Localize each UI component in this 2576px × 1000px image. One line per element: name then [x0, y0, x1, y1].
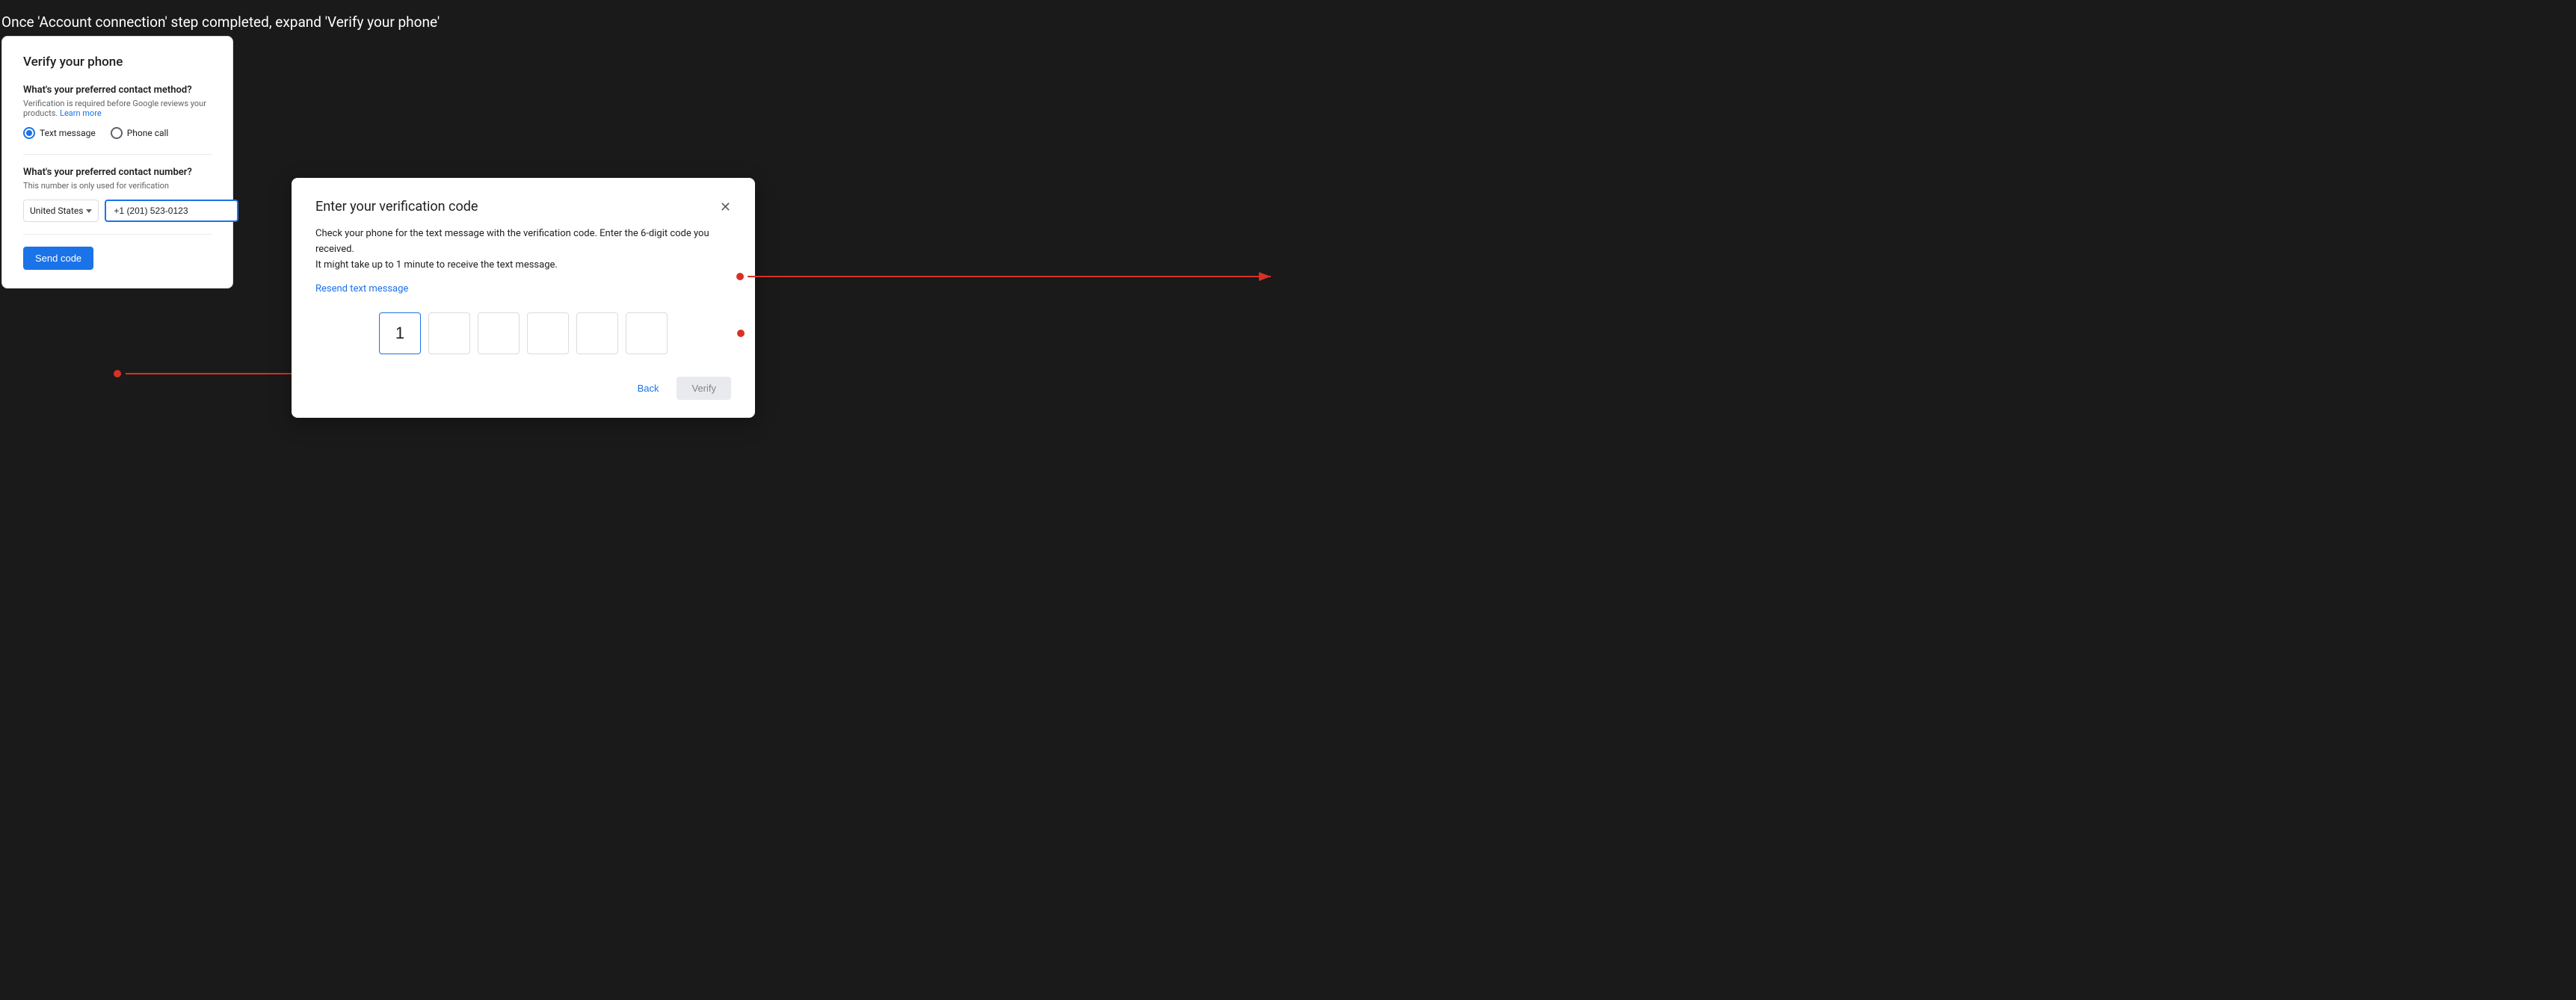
code-input-row — [315, 312, 731, 354]
code-input-2[interactable] — [428, 312, 470, 354]
instruction-text: Once 'Account connection' step completed… — [1, 13, 440, 31]
code-input-3[interactable] — [478, 312, 520, 354]
modal-footer: Back Verify — [315, 377, 731, 400]
close-button[interactable]: ✕ — [720, 200, 731, 214]
country-select[interactable]: United States — [23, 200, 99, 222]
phone-number-input[interactable] — [105, 200, 238, 222]
code-input-6[interactable] — [626, 312, 668, 354]
radio-call-icon — [111, 127, 123, 139]
back-button[interactable]: Back — [626, 377, 671, 400]
verify-button[interactable]: Verify — [677, 377, 731, 400]
divider-2 — [23, 234, 212, 235]
code-arrow-dot — [737, 330, 745, 337]
country-label: United States — [30, 206, 83, 216]
divider-1 — [23, 154, 212, 155]
send-code-button[interactable]: Send code — [23, 247, 93, 270]
code-input-5[interactable] — [576, 312, 618, 354]
radio-phone-call[interactable]: Phone call — [111, 127, 169, 139]
learn-more-link[interactable]: Learn more — [60, 108, 102, 118]
resend-link[interactable]: Resend text message — [315, 283, 731, 294]
modal-desc: Check your phone for the text message wi… — [315, 226, 731, 273]
contact-number-desc: This number is only used for verificatio… — [23, 181, 212, 191]
panel-title: Verify your phone — [23, 55, 212, 70]
modal-header: Enter your verification code ✕ — [315, 199, 731, 214]
phone-input-row: United States — [23, 200, 212, 222]
chevron-down-icon — [86, 209, 92, 213]
radio-text-message[interactable]: Text message — [23, 127, 96, 139]
code-input-4[interactable] — [527, 312, 569, 354]
left-panel: Verify your phone What's your preferred … — [1, 36, 233, 288]
modal-title: Enter your verification code — [315, 199, 478, 214]
contact-number-label: What's your preferred contact number? — [23, 167, 212, 178]
contact-method-radio-group: Text message Phone call — [23, 127, 212, 139]
radio-text-icon — [23, 127, 35, 139]
contact-method-desc: Verification is required before Google r… — [23, 99, 212, 118]
contact-method-label: What's your preferred contact method? — [23, 84, 212, 96]
code-input-1[interactable] — [379, 312, 421, 354]
right-panel: Enter your verification code ✕ Check you… — [292, 178, 755, 418]
